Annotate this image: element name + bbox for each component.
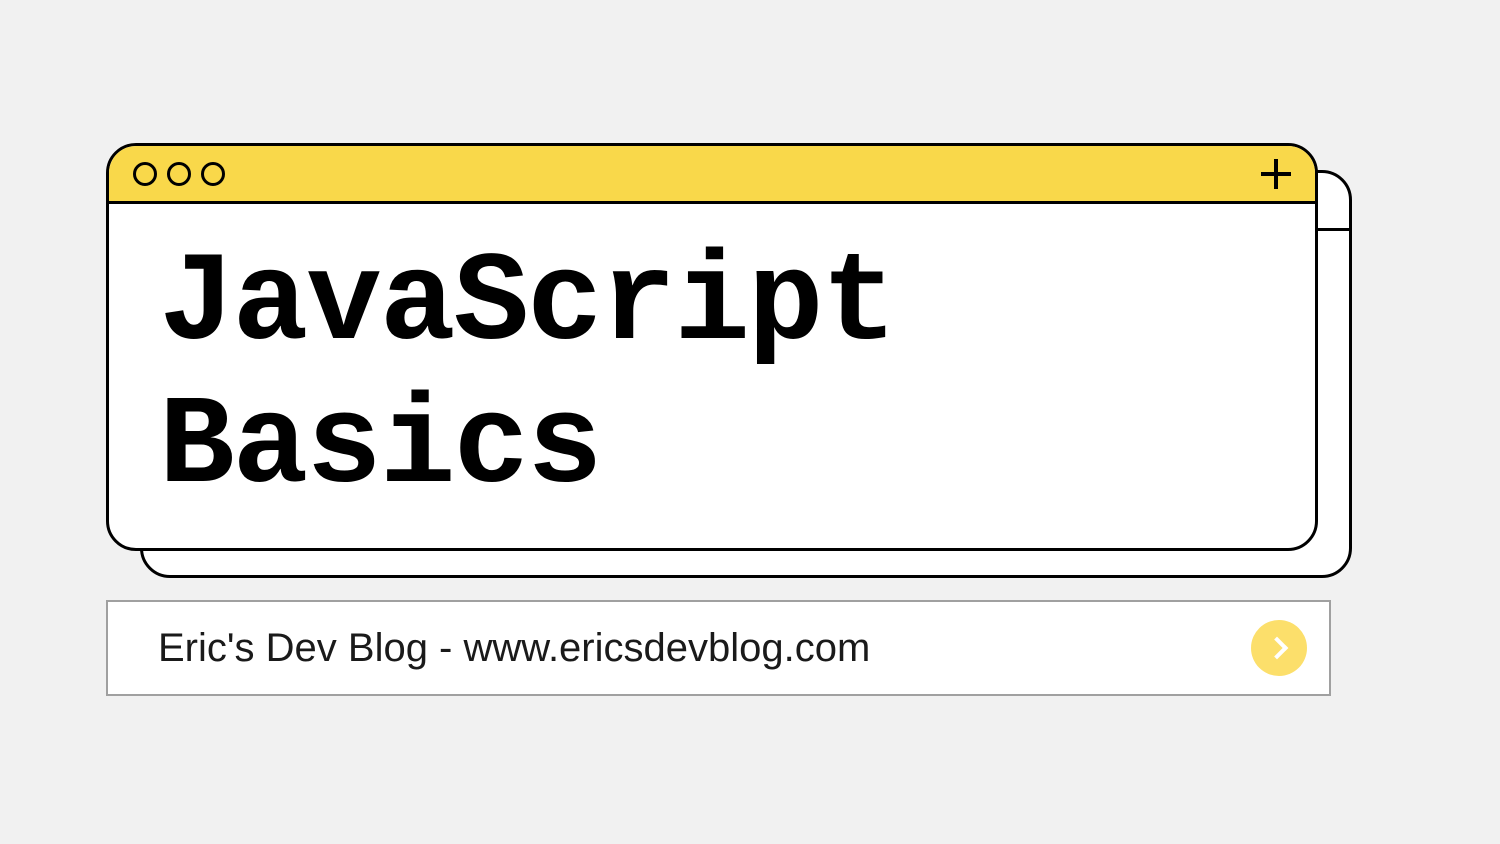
address-bar[interactable]: Eric's Dev Blog - www.ericsdevblog.com	[106, 600, 1331, 696]
chevron-right-icon	[1266, 637, 1289, 660]
browser-window: JavaScript Basics	[106, 143, 1318, 551]
new-tab-icon[interactable]	[1261, 159, 1291, 189]
go-button[interactable]	[1251, 620, 1307, 676]
minimize-window-button[interactable]	[167, 162, 191, 186]
close-window-button[interactable]	[133, 162, 157, 186]
browser-content: JavaScript Basics	[109, 204, 1315, 548]
browser-titlebar	[109, 146, 1315, 204]
traffic-lights	[133, 162, 225, 186]
maximize-window-button[interactable]	[201, 162, 225, 186]
page-title: JavaScript Basics	[159, 233, 1315, 519]
address-bar-text: Eric's Dev Blog - www.ericsdevblog.com	[158, 626, 870, 671]
